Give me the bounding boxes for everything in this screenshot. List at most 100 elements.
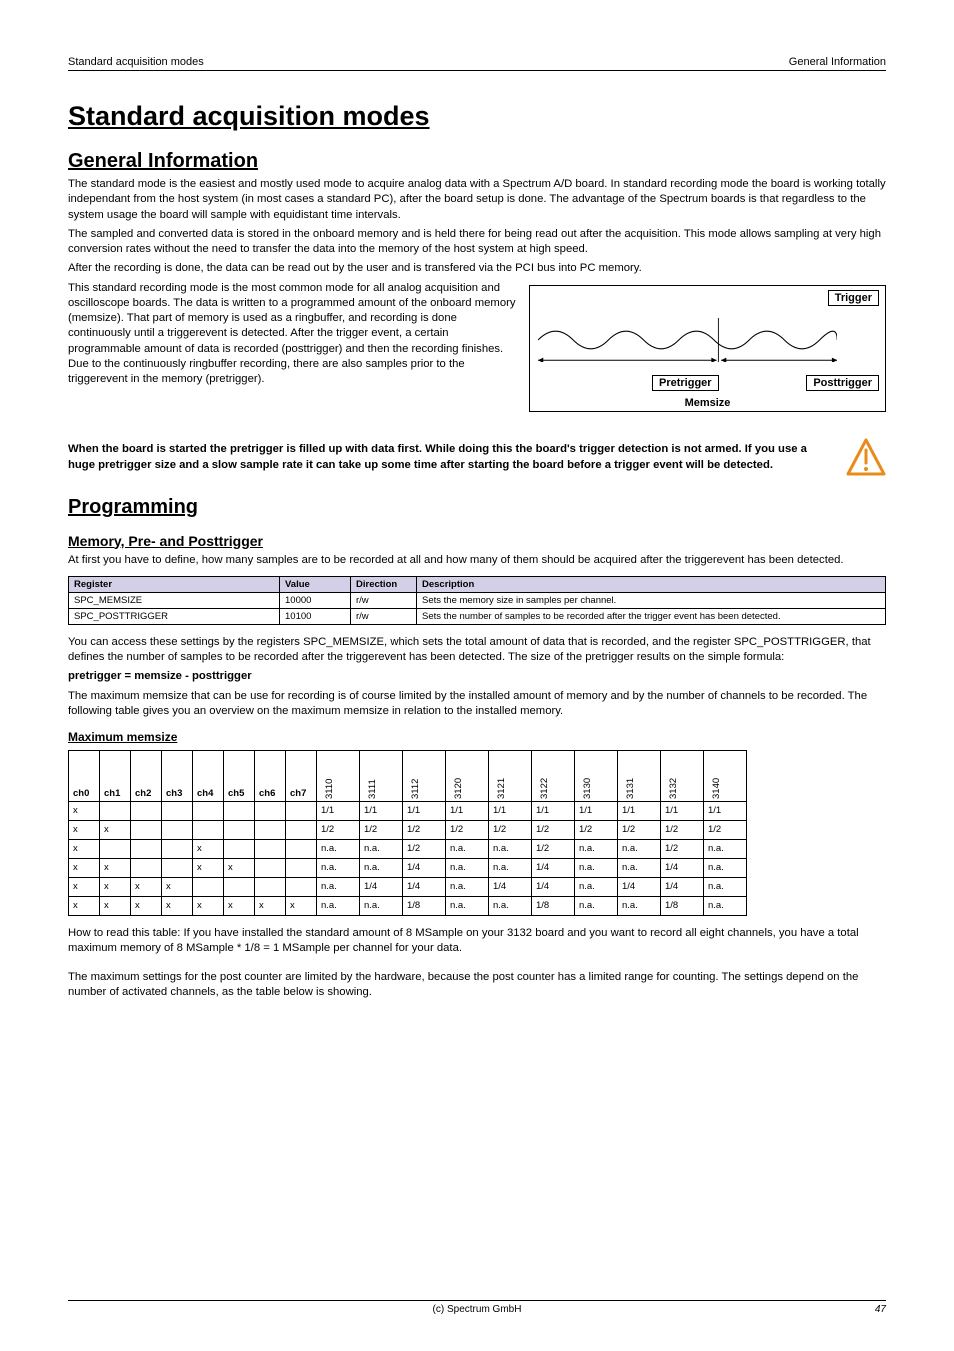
section-programming: Programming [68,496,886,519]
table-cell: SPC_POSTTRIGGER [69,608,280,624]
mem-model-cell: 1/4 [403,858,446,877]
mem-model-cell: n.a. [317,896,360,915]
mem-ch-cell [255,839,286,858]
page-header: Standard acquisition modes General Infor… [68,56,886,71]
mem-model-cell: n.a. [575,877,618,896]
mem-model-cell: n.a. [704,839,747,858]
mem-ch-cell [286,877,317,896]
page-footer: (c) Spectrum GmbH 47 [68,1300,886,1315]
mem-model-cell: 1/1 [360,801,403,820]
mem-ch-cell: x [286,896,317,915]
mem-model-cell: 1/1 [446,801,489,820]
mem-model-cell: 1/2 [661,820,704,839]
mem-model-cell: n.a. [446,877,489,896]
mem-ch-cell [224,839,255,858]
diagram-trigger-label: Trigger [828,290,879,306]
mem-th-model: 3122 [532,750,575,801]
mem-p1: At first you have to define, how many sa… [68,553,886,568]
mem-ch-cell: x [193,858,224,877]
table-row: xxxxn.a.1/41/4n.a.1/41/4n.a.1/41/4n.a. [69,877,747,896]
table-row: xx1/21/21/21/21/21/21/21/21/21/2 [69,820,747,839]
mem-model-cell: 1/8 [403,896,446,915]
mem-ch-cell: x [69,820,100,839]
mem-th-ch: ch3 [162,750,193,801]
mem-model-cell: 1/2 [661,839,704,858]
mem-ch-cell: x [100,896,131,915]
mem-th-model: 3111 [360,750,403,801]
mem-ch-cell [224,877,255,896]
mem-ch-cell: x [131,896,162,915]
mem-model-cell: 1/1 [661,801,704,820]
mem-ch-cell [131,820,162,839]
mem-ch-cell [286,801,317,820]
mem-ch-cell [286,839,317,858]
mem-model-cell: 1/4 [661,858,704,877]
mem-th-ch: ch7 [286,750,317,801]
mem-model-cell: 1/1 [317,801,360,820]
table-cell: Sets the memory size in samples per chan… [417,592,886,608]
mem-model-cell: n.a. [618,839,661,858]
mem-ch-cell: x [69,858,100,877]
mem-th-ch: ch5 [224,750,255,801]
mem-ch-cell [162,839,193,858]
mem-model-cell: n.a. [704,877,747,896]
mem-model-cell: 1/4 [532,877,575,896]
mem-ch-cell [286,820,317,839]
mem-ch-cell: x [224,858,255,877]
mem-model-cell: 1/1 [489,801,532,820]
footer-center: (c) Spectrum GmbH [68,1304,886,1315]
header-left: Standard acquisition modes [68,56,204,68]
mem-model-cell: 1/2 [532,820,575,839]
mem-model-cell: n.a. [618,896,661,915]
reg-th-register: Register [69,576,280,592]
subsection-memory: Memory, Pre- and Posttrigger [68,533,886,549]
mem-ch-cell [193,801,224,820]
mem-ch-cell [255,820,286,839]
mem-model-cell: n.a. [575,839,618,858]
mem-model-cell: 1/1 [575,801,618,820]
mem-th-model: 3110 [317,750,360,801]
mem-th-ch: ch0 [69,750,100,801]
mem-model-cell: 1/2 [317,820,360,839]
mem-model-cell: n.a. [489,896,532,915]
mem-ch-cell [100,801,131,820]
warning-text: When the board is started the pretrigger… [68,442,834,474]
diagram-wave [538,318,837,362]
mem-ch-cell: x [193,839,224,858]
mem-ch-cell [193,820,224,839]
mem-th-model: 3130 [575,750,618,801]
mem-ch-cell: x [69,801,100,820]
mem-ch-cell [131,801,162,820]
mem-model-cell: 1/2 [403,820,446,839]
register-table: Register Value Direction Description SPC… [68,576,886,625]
mem-ch-cell: x [100,820,131,839]
mem-model-cell: 1/4 [403,877,446,896]
mem-ch-cell: x [255,896,286,915]
reg-th-value: Value [280,576,351,592]
general-info-p3: After the recording is done, the data ca… [68,261,886,276]
mem-model-cell: 1/4 [360,877,403,896]
pretrigger-formula: pretrigger = memsize - posttrigger [68,669,886,685]
mem-ch-cell: x [162,877,193,896]
mem-ch-cell [100,839,131,858]
table-cell: Sets the number of samples to be recorde… [417,608,886,624]
mem-ch-cell: x [100,877,131,896]
mem-model-cell: n.a. [446,896,489,915]
mem-model-cell: n.a. [317,877,360,896]
reg-th-description: Description [417,576,886,592]
mem-ch-cell: x [100,858,131,877]
mem-model-cell: 1/1 [532,801,575,820]
mem-ch-cell [224,801,255,820]
mem-th-ch: ch2 [131,750,162,801]
mem-p3: The maximum memsize that can be use for … [68,689,886,720]
mem-model-cell: 1/1 [403,801,446,820]
mem-model-cell: 1/4 [661,877,704,896]
page-title: Standard acquisition modes [68,101,886,132]
mem-ch-cell: x [131,877,162,896]
mem-th-ch: ch4 [193,750,224,801]
mem-th-ch: ch6 [255,750,286,801]
mem-ch-cell [162,801,193,820]
warning-icon [846,438,886,478]
mem-model-cell: n.a. [317,858,360,877]
mem-model-cell: n.a. [446,858,489,877]
